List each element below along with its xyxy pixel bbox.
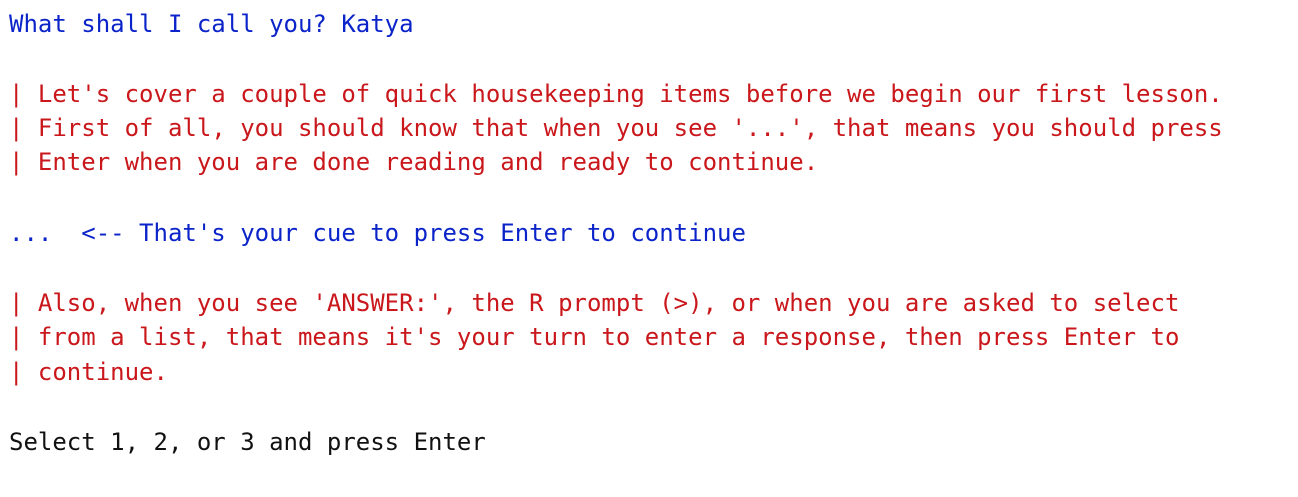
- intro-line-2: | First of all, you should know that whe…: [9, 114, 1223, 142]
- continue-cue-line: ... <-- That's your cue to press Enter t…: [9, 219, 746, 247]
- name-prompt-line: What shall I call you? Katya: [9, 10, 414, 38]
- select-prompt-line: Select 1, 2, or 3 and press Enter: [9, 428, 486, 456]
- intro-line-3: | Enter when you are done reading and re…: [9, 148, 819, 176]
- intro-line-1: | Let's cover a couple of quick housekee…: [9, 80, 1223, 108]
- answer-line-1: | Also, when you see 'ANSWER:', the R pr…: [9, 289, 1180, 317]
- answer-line-3: | continue.: [9, 358, 168, 386]
- answer-line-2: | from a list, that means it's your turn…: [9, 323, 1180, 351]
